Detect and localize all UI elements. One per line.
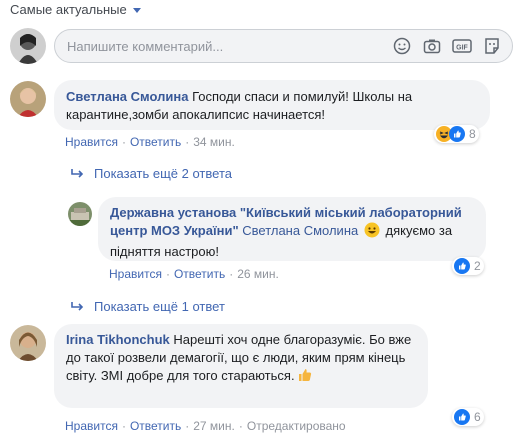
smile-emoji — [364, 222, 380, 243]
comment-time[interactable]: 34 мин. — [193, 135, 235, 149]
comment-time[interactable]: 26 мин. — [237, 267, 279, 281]
like-link[interactable]: Нравится — [65, 419, 118, 433]
avatar-image — [10, 28, 46, 64]
comment-author[interactable]: Irina Tikhonchuk — [66, 332, 170, 347]
reactions-summary[interactable]: 6 — [452, 408, 484, 426]
like-reaction-icon — [454, 409, 470, 425]
separator-dot: · — [229, 267, 234, 281]
sticker-icon[interactable] — [482, 36, 502, 56]
like-link[interactable]: Нравится — [65, 135, 118, 149]
reply-arrow-icon — [71, 168, 84, 178]
comment-author-avatar[interactable] — [68, 202, 92, 226]
show-more-label[interactable]: Показать ещё 2 ответа — [94, 166, 232, 181]
sort-dropdown[interactable]: Самые актуальные — [10, 2, 141, 17]
separator-dot: · — [165, 267, 170, 281]
reply-link[interactable]: Ответить — [174, 267, 225, 281]
separator-dot: · — [121, 135, 126, 149]
reply-link[interactable]: Ответить — [130, 419, 181, 433]
comment-author-avatar[interactable] — [10, 81, 46, 117]
current-user-avatar[interactable] — [10, 28, 46, 64]
comment-actions: Нравится · Ответить · 27 мин. · Отредакт… — [65, 419, 346, 433]
show-more-label[interactable]: Показать ещё 1 ответ — [94, 299, 225, 314]
sort-label: Самые актуальные — [10, 2, 127, 17]
comment-time[interactable]: 27 мин. — [193, 419, 235, 433]
separator-dot: · — [185, 135, 190, 149]
avatar-image — [10, 325, 46, 361]
comment-author-avatar[interactable] — [10, 325, 46, 361]
edited-label[interactable]: Отредактировано — [247, 419, 346, 433]
reply-link[interactable]: Ответить — [130, 135, 181, 149]
avatar-image — [10, 81, 46, 117]
like-reaction-icon — [454, 258, 470, 274]
reactions-summary[interactable]: 8 — [434, 125, 479, 143]
avatar-image — [68, 202, 92, 226]
mention-link[interactable]: Светлана Смолина — [242, 223, 358, 238]
show-more-replies[interactable]: Показать ещё 2 ответа — [70, 166, 232, 181]
reactions-summary[interactable]: 2 — [452, 257, 484, 275]
comment-bubble: Светлана Смолина Господи спаси и помилуй… — [54, 80, 490, 130]
reactions-count: 8 — [469, 127, 476, 141]
reply-arrow-icon — [71, 301, 84, 311]
comment-actions: Нравится · Ответить · 26 мин. — [109, 267, 279, 281]
like-link[interactable]: Нравится — [109, 267, 162, 281]
like-reaction-icon — [449, 126, 465, 142]
comment-bubble: Державна установа "Київський міський лаб… — [98, 197, 486, 261]
comment-bubble: Irina Tikhonchuk Нарешті хоч одне благор… — [54, 324, 428, 408]
comment-input[interactable]: Напишите комментарий... — [55, 39, 392, 54]
camera-icon[interactable] — [422, 36, 442, 56]
emoji-icon[interactable] — [392, 36, 412, 56]
reactions-count: 6 — [474, 410, 481, 424]
thumbs-up-emoji — [298, 368, 312, 387]
show-more-replies[interactable]: Показать ещё 1 ответ — [70, 299, 225, 314]
caret-down-icon — [132, 7, 141, 13]
comment-composer[interactable]: Напишите комментарий... GIF — [54, 29, 513, 63]
separator-dot: · — [185, 419, 190, 433]
separator-dot: · — [238, 419, 243, 433]
comment-author[interactable]: Светлана Смолина — [66, 89, 188, 104]
svg-text:GIF: GIF — [456, 45, 468, 52]
separator-dot: · — [121, 419, 126, 433]
comment-actions: Нравится · Ответить · 34 мин. — [65, 135, 235, 149]
reactions-count: 2 — [474, 259, 481, 273]
gif-icon[interactable]: GIF — [452, 36, 472, 56]
